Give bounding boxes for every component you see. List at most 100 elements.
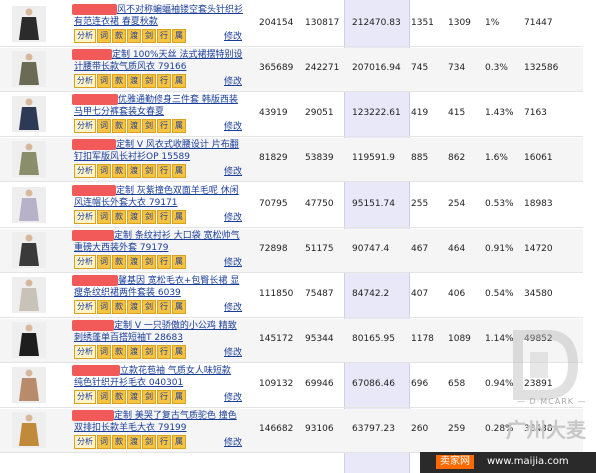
tag-button[interactable]: 属 [172, 164, 186, 178]
redacted-brand [72, 365, 120, 376]
modify-link[interactable]: 修改 [224, 210, 242, 223]
modify-link[interactable]: 修改 [224, 390, 242, 403]
table-row: 定制 灰紫撞色双面羊毛呢 休闲 风连帽长外套大衣 79171 分析词款渡剑行属修改 7… [0, 184, 583, 228]
tag-button[interactable]: 词 [97, 345, 111, 359]
product-thumbnail[interactable] [12, 322, 46, 358]
tag-button[interactable]: 剑 [142, 210, 156, 224]
tag-button[interactable]: 渡 [127, 255, 141, 269]
tag-button[interactable]: 属 [172, 210, 186, 224]
tag-button[interactable]: 行 [157, 74, 171, 88]
tag-button[interactable]: 剑 [142, 255, 156, 269]
tag-button[interactable]: 剑 [142, 74, 156, 88]
tag-button[interactable]: 行 [157, 210, 171, 224]
tag-button[interactable]: 词 [97, 74, 111, 88]
tag-button[interactable]: 渡 [127, 29, 141, 43]
modify-link[interactable]: 修改 [224, 300, 242, 313]
product-thumbnail[interactable] [12, 412, 46, 448]
tag-button[interactable]: 款 [112, 74, 126, 88]
tag-button[interactable]: 行 [157, 345, 171, 359]
tag-button[interactable]: 词 [97, 300, 111, 314]
tag-button[interactable]: 渡 [127, 435, 141, 449]
tag-button[interactable]: 款 [112, 255, 126, 269]
tag-button[interactable]: 剑 [142, 345, 156, 359]
tag-button[interactable]: 行 [157, 390, 171, 404]
tag-button[interactable]: 词 [97, 255, 111, 269]
tag-button[interactable]: 剑 [142, 390, 156, 404]
product-thumbnail[interactable] [12, 51, 46, 87]
tag-button[interactable]: 词 [97, 390, 111, 404]
product-thumbnail[interactable] [12, 232, 46, 268]
tag-button[interactable]: 词 [97, 29, 111, 43]
tag-button[interactable]: 行 [157, 255, 171, 269]
redacted-brand [72, 49, 112, 60]
tag-button[interactable]: 款 [112, 345, 126, 359]
tag-button[interactable]: 属 [172, 74, 186, 88]
tag-button[interactable]: 分析 [74, 345, 96, 359]
product-thumbnail[interactable] [12, 187, 46, 223]
tag-button[interactable]: 剑 [142, 119, 156, 133]
tag-button[interactable]: 属 [172, 119, 186, 133]
metric-cell-c5: 1089 [448, 334, 471, 344]
tag-button[interactable]: 款 [112, 435, 126, 449]
tag-button[interactable]: 款 [112, 300, 126, 314]
tag-button[interactable]: 剑 [142, 435, 156, 449]
tag-button[interactable]: 属 [172, 345, 186, 359]
tag-button[interactable]: 词 [97, 435, 111, 449]
modify-link[interactable]: 修改 [224, 29, 242, 42]
tag-button[interactable]: 词 [97, 164, 111, 178]
modify-link[interactable]: 修改 [224, 119, 242, 132]
action-tags: 分析词款渡剑行属 [74, 345, 187, 359]
tag-button[interactable]: 行 [157, 300, 171, 314]
tag-button[interactable]: 分析 [74, 164, 96, 178]
modify-link[interactable]: 修改 [224, 164, 242, 177]
product-thumbnail[interactable] [12, 367, 46, 403]
product-thumbnail[interactable] [12, 277, 46, 313]
metric-cell-c5: 415 [448, 108, 466, 118]
modify-link[interactable]: 修改 [224, 74, 242, 87]
tag-button[interactable]: 渡 [127, 390, 141, 404]
modify-link[interactable]: 修改 [224, 345, 242, 358]
metric-cell-c4: 255 [411, 199, 429, 209]
tag-button[interactable]: 行 [157, 435, 171, 449]
tag-button[interactable]: 渡 [127, 119, 141, 133]
tag-button[interactable]: 渡 [127, 300, 141, 314]
tag-button[interactable]: 行 [157, 29, 171, 43]
tag-button[interactable]: 款 [112, 119, 126, 133]
product-thumbnail[interactable] [12, 96, 46, 132]
tag-button[interactable]: 分析 [74, 29, 96, 43]
tag-button[interactable]: 剑 [142, 29, 156, 43]
tag-button[interactable]: 行 [157, 164, 171, 178]
modify-link[interactable]: 修改 [224, 255, 242, 268]
tag-button[interactable]: 属 [172, 29, 186, 43]
tag-button[interactable]: 属 [172, 255, 186, 269]
tag-button[interactable]: 属 [172, 390, 186, 404]
modify-link[interactable]: 修改 [224, 435, 242, 448]
product-thumbnail[interactable] [12, 6, 46, 42]
tag-button[interactable]: 行 [157, 119, 171, 133]
tag-button[interactable]: 属 [172, 300, 186, 314]
tag-button[interactable]: 款 [112, 210, 126, 224]
tag-button[interactable]: 款 [112, 164, 126, 178]
tag-button[interactable]: 词 [97, 210, 111, 224]
tag-button[interactable]: 渡 [127, 345, 141, 359]
tag-button[interactable]: 分析 [74, 210, 96, 224]
tag-button[interactable]: 渡 [127, 210, 141, 224]
tag-button[interactable]: 属 [172, 435, 186, 449]
tag-button[interactable]: 剑 [142, 300, 156, 314]
tag-button[interactable]: 剑 [142, 164, 156, 178]
tag-button[interactable]: 分析 [74, 74, 96, 88]
tag-button[interactable]: 款 [112, 390, 126, 404]
tag-button[interactable]: 分析 [74, 119, 96, 133]
tag-button[interactable]: 分析 [74, 300, 96, 314]
tag-button[interactable]: 渡 [127, 74, 141, 88]
tag-button[interactable]: 分析 [74, 435, 96, 449]
tag-button[interactable]: 渡 [127, 164, 141, 178]
footer-logo[interactable]: 卖家网 [436, 455, 474, 469]
tag-button[interactable]: 词 [97, 119, 111, 133]
metric-cell-c5: 658 [448, 379, 466, 389]
tag-button[interactable]: 款 [112, 29, 126, 43]
footer-url[interactable]: www.maijia.com [487, 456, 569, 467]
tag-button[interactable]: 分析 [74, 255, 96, 269]
product-thumbnail[interactable] [12, 141, 46, 177]
tag-button[interactable]: 分析 [74, 390, 96, 404]
